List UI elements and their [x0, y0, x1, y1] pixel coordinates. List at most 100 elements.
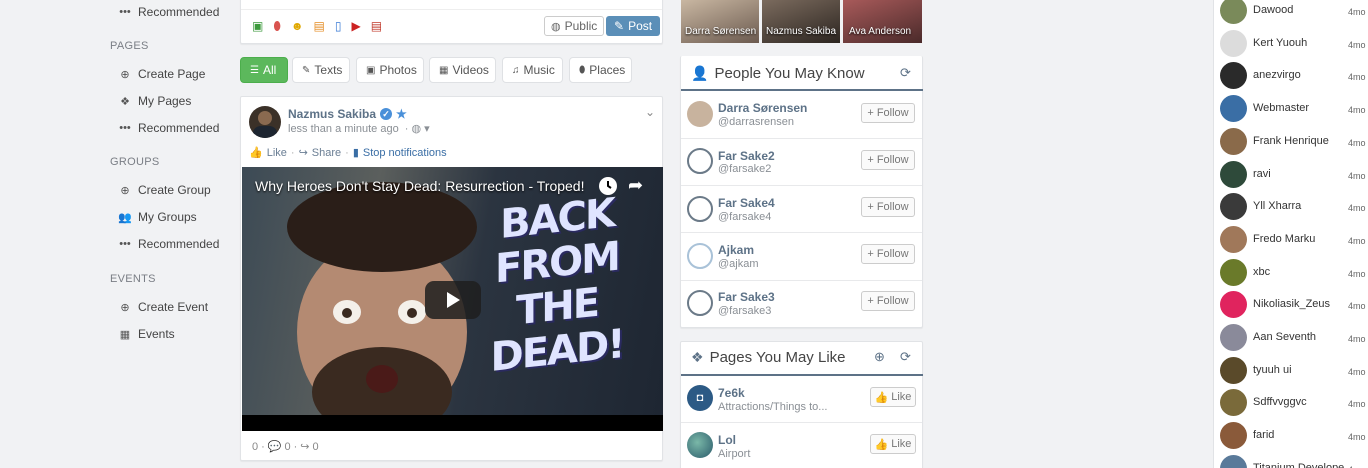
follow-button[interactable]: + Follow [861, 103, 915, 123]
sidebar-item-create-group[interactable]: ⊕ Create Group [118, 182, 210, 198]
chat-user-avatar [1220, 454, 1247, 468]
chat-user-row[interactable]: farid 4mo [1220, 422, 1368, 450]
play-button[interactable] [425, 281, 481, 319]
location-pin-icon[interactable]: ⬮ [273, 19, 281, 34]
bookmark-icon: ▮ [352, 147, 359, 159]
follow-button[interactable]: + Follow [861, 150, 915, 170]
thumbs-up-icon: 👍 [874, 438, 889, 451]
stop-notifications-action[interactable]: Stop notifications [363, 147, 447, 159]
page-name[interactable]: Lol [718, 433, 736, 447]
left-sidebar: ••• Recommended PAGES ⊕ Create Page ❖ My… [0, 0, 235, 468]
calendar-icon: ▦ [119, 328, 131, 341]
like-action[interactable]: Like [267, 147, 287, 159]
privacy-selector[interactable]: ◍ Public [544, 16, 605, 36]
like-page-button[interactable]: 👍 Like [870, 434, 916, 454]
globe-dropdown-icon[interactable]: · ◍ ▾ [405, 123, 430, 135]
share-action[interactable]: Share [312, 147, 341, 159]
person-name[interactable]: Far Sake2 [718, 149, 775, 163]
chat-user-row[interactable]: Aan Seventh 4mo [1220, 324, 1368, 352]
file-icon[interactable]: ▯ [335, 19, 342, 34]
chat-user-row[interactable]: anezvirgo 4mo [1220, 62, 1368, 90]
plus-circle-icon[interactable]: ⊕ [874, 349, 885, 365]
photo-tile[interactable]: Darra Sørensen [681, 0, 759, 43]
chat-user-row[interactable]: tyuuh ui 4mo [1220, 356, 1368, 385]
filter-tab-videos[interactable]: ▦ Videos [429, 57, 496, 83]
person-name[interactable]: Far Sake3 [718, 290, 775, 304]
sidebar-item-my-pages[interactable]: ❖ My Pages [118, 93, 191, 109]
video-player[interactable]: BACK FROM THE DEAD! Why Heroes Don't Sta… [242, 167, 663, 431]
filter-tab-all[interactable]: ☰ All [240, 57, 288, 83]
chat-user-row[interactable]: Frank Henrique 4mo [1220, 127, 1368, 156]
person-handle: @farsake4 [718, 211, 772, 223]
sidebar-item-label: Recommended [138, 121, 220, 135]
post-time[interactable]: less than a minute ago [288, 123, 399, 135]
emoji-icon[interactable]: ☻ [291, 19, 304, 34]
sidebar-item-recommended-pages[interactable]: ••• Recommended [118, 120, 219, 136]
watch-later-icon[interactable] [599, 177, 617, 195]
refresh-icon[interactable]: ⟳ [900, 65, 911, 81]
filter-tab-texts[interactable]: ✎ Texts [292, 57, 350, 83]
verified-icon: ✓ [380, 108, 393, 120]
person-avatar[interactable] [687, 290, 713, 316]
photo-tile[interactable]: Nazmus Sakiba [762, 0, 840, 43]
camera-icon[interactable]: ▣ [252, 19, 263, 34]
chat-user-avatar [1220, 291, 1247, 319]
gif-icon[interactable]: ▤ [314, 19, 325, 34]
sidebar-item-events[interactable]: ▦ Events [118, 326, 175, 342]
chat-user-row[interactable]: Kert Yuouh 4mo [1220, 29, 1368, 58]
pages-panel-title: Pages You May Like [709, 349, 846, 366]
chat-user-row[interactable]: xbc 4mo [1220, 258, 1368, 287]
page-avatar[interactable]: ◘ [687, 385, 713, 411]
follow-button[interactable]: + Follow [861, 291, 915, 311]
post-author-name[interactable]: Nazmus Sakiba [288, 107, 376, 121]
photo-tile-label: Ava Anderson [849, 26, 912, 37]
filter-tab-music[interactable]: ♫ Music [502, 57, 563, 83]
chat-user-row[interactable]: ravi 4mo [1220, 160, 1368, 189]
post-author-avatar[interactable] [249, 106, 281, 138]
page-name[interactable]: 7e6k [718, 386, 745, 400]
plus-circle-icon: ⊕ [120, 301, 130, 314]
sidebar-item-create-event[interactable]: ⊕ Create Event [118, 299, 208, 315]
sidebar-item-my-groups[interactable]: 👥 My Groups [118, 209, 197, 225]
like-page-button[interactable]: 👍 Like [870, 387, 916, 407]
share-count[interactable]: 0 [313, 441, 319, 453]
sidebar-item-recommended-top[interactable]: ••• Recommended [118, 4, 219, 20]
chat-user-row[interactable]: Webmaster 4mo [1220, 95, 1368, 123]
chat-user-row[interactable]: Fredo Marku 4mo [1220, 225, 1368, 254]
chat-user-row[interactable]: Dawood 4mo [1220, 0, 1368, 25]
person-handle: @farsake3 [718, 305, 772, 317]
chat-user-row[interactable]: Yll Xharra 4mo [1220, 193, 1368, 221]
person-avatar[interactable] [687, 148, 713, 174]
photo-tile[interactable]: Ava Anderson [843, 0, 922, 43]
comment-count[interactable]: 0 [285, 441, 291, 453]
chat-user-row[interactable]: Sdffvvggvc 4mo [1220, 389, 1368, 417]
chat-user-row[interactable]: Titanium Develope4mo [1220, 454, 1368, 468]
chat-user-name: xbc [1253, 265, 1271, 278]
page-avatar[interactable] [687, 432, 713, 458]
privacy-label: Public [564, 19, 598, 33]
share-arrow-icon[interactable]: ➦ [628, 175, 643, 196]
like-count[interactable]: 0 [252, 441, 258, 453]
filter-tab-places[interactable]: ⬮ Places [569, 57, 632, 83]
filter-label: Places [589, 63, 626, 77]
chat-user-avatar [1220, 389, 1247, 417]
sidebar-item-create-page[interactable]: ⊕ Create Page [118, 66, 205, 82]
person-name[interactable]: Darra Sørensen [718, 101, 807, 115]
post-button[interactable]: ✎ Post [606, 16, 661, 36]
follow-button[interactable]: + Follow [861, 244, 915, 264]
video-title[interactable]: Why Heroes Don't Stay Dead: Resurrection… [255, 178, 584, 194]
person-avatar[interactable] [687, 196, 713, 222]
sidebar-item-recommended-groups[interactable]: ••• Recommended [118, 236, 219, 252]
filter-tab-photos[interactable]: ▣ Photos [356, 57, 424, 83]
follow-button[interactable]: + Follow [861, 197, 915, 217]
document-icon[interactable]: ▤ [371, 19, 382, 34]
composer-attachments: ▣ ⬮ ☻ ▤ ▯ ▶ ▤ [252, 19, 382, 34]
person-avatar[interactable] [687, 243, 713, 269]
person-name[interactable]: Far Sake4 [718, 196, 775, 210]
person-name[interactable]: Ajkam [718, 243, 754, 257]
chat-user-row[interactable]: Nikoliasik_Zeus 4mo [1220, 291, 1368, 319]
post-options-chevron-icon[interactable]: ⌄ [645, 105, 655, 119]
refresh-icon[interactable]: ⟳ [900, 349, 911, 365]
person-avatar[interactable] [687, 101, 713, 127]
youtube-icon[interactable]: ▶ [351, 19, 360, 34]
